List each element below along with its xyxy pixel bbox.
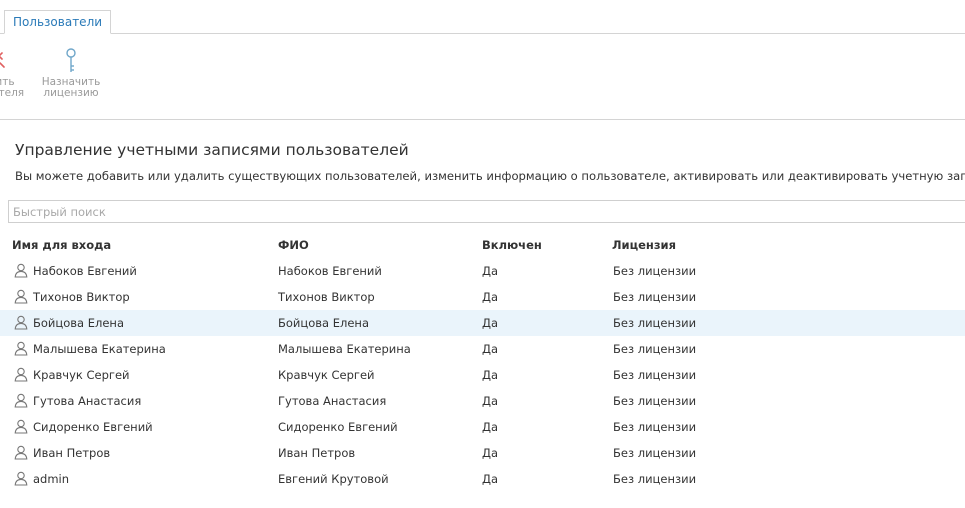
table-row[interactable]: Гутова Анастасия Гутова Анастасия Да Без… (0, 388, 965, 414)
user-icon (14, 471, 28, 486)
table-row[interactable]: Кравчук Сергей Кравчук Сергей Да Без лиц… (0, 362, 965, 388)
user-icon (14, 419, 28, 434)
cell-license: Без лицензии (613, 420, 697, 434)
cell-enabled: Да (482, 368, 499, 382)
cell-license: Без лицензии (613, 368, 697, 382)
cell-enabled: Да (482, 420, 499, 434)
cell-license: Без лицензии (613, 342, 697, 356)
cell-fio: Кравчук Сергей (278, 368, 375, 382)
cell-fio: Набоков Евгений (278, 264, 382, 278)
red-cross-icon (0, 47, 32, 77)
user-icon (14, 263, 28, 278)
cell-fio: Бойцова Елена (278, 316, 370, 330)
cell-login: admin (33, 472, 70, 486)
cell-fio: Евгений Крутовой (278, 472, 389, 486)
cell-login: Тихонов Виктор (33, 290, 130, 304)
user-icon (14, 367, 28, 382)
table-header: Имя для входа ФИО Включен Лицензия (0, 236, 965, 254)
remove-user-label-2: вателя (0, 87, 25, 99)
cell-login: Малышева Екатерина (33, 342, 166, 356)
cell-enabled: Да (482, 342, 499, 356)
user-icon (14, 393, 28, 408)
key-icon (38, 47, 104, 77)
cell-login: Кравчук Сергей (33, 368, 130, 382)
table-row[interactable]: Иван Петров Иван Петров Да Без лицензии (0, 440, 965, 466)
table-row[interactable]: Сидоренко Евгений Сидоренко Евгений Да Б… (0, 414, 965, 440)
column-header-license[interactable]: Лицензия (612, 238, 676, 252)
cell-login: Бойцова Елена (33, 316, 125, 330)
cell-fio: Малышева Екатерина (278, 342, 411, 356)
page-description: Вы можете добавить или удалить существую… (15, 169, 965, 183)
cell-license: Без лицензии (613, 394, 697, 408)
table-row[interactable]: Тихонов Виктор Тихонов Виктор Да Без лиц… (0, 284, 965, 310)
user-icon (14, 315, 28, 330)
cell-fio: Гутова Анастасия (278, 394, 387, 408)
cell-license: Без лицензии (613, 446, 697, 460)
cell-login: Сидоренко Евгений (33, 420, 153, 434)
column-header-enabled[interactable]: Включен (482, 238, 542, 252)
cell-enabled: Да (482, 472, 499, 486)
cell-enabled: Да (482, 394, 499, 408)
user-icon (14, 445, 28, 460)
search-input[interactable] (8, 200, 965, 223)
tab-bar: Пользователи (0, 0, 965, 34)
cell-login: Гутова Анастасия (33, 394, 142, 408)
assign-license-button[interactable]: Назначить лицензию (38, 47, 104, 99)
cell-fio: Тихонов Виктор (278, 290, 375, 304)
table-row-selected[interactable]: Бойцова Елена Бойцова Елена Да Без лицен… (0, 310, 965, 336)
user-icon (14, 289, 28, 304)
cell-license: Без лицензии (613, 472, 697, 486)
tab-users[interactable]: Пользователи (4, 10, 111, 34)
cell-login: Набоков Евгений (33, 264, 137, 278)
cell-enabled: Да (482, 316, 499, 330)
table-row[interactable]: Набоков Евгений Набоков Евгений Да Без л… (0, 258, 965, 284)
cell-fio: Иван Петров (278, 446, 356, 460)
cell-login: Иван Петров (33, 446, 111, 460)
column-header-fio[interactable]: ФИО (278, 238, 309, 252)
cell-license: Без лицензии (613, 316, 697, 330)
user-icon (14, 341, 28, 356)
cell-license: Без лицензии (613, 264, 697, 278)
column-header-login[interactable]: Имя для входа (12, 238, 111, 252)
cell-enabled: Да (482, 290, 499, 304)
cell-enabled: Да (482, 446, 499, 460)
remove-user-button[interactable]: ить вателя (0, 47, 32, 99)
table-row[interactable]: admin Евгений Крутовой Да Без лицензии (0, 466, 965, 492)
toolbar: ить вателя Назначить лицензию (0, 34, 965, 120)
table-row[interactable]: Малышева Екатерина Малышева Екатерина Да… (0, 336, 965, 362)
cell-license: Без лицензии (613, 290, 697, 304)
cell-enabled: Да (482, 264, 499, 278)
assign-license-label-2: лицензию (43, 87, 99, 99)
users-table: Набоков Евгений Набоков Евгений Да Без л… (0, 258, 965, 492)
cell-fio: Сидоренко Евгений (278, 420, 398, 434)
page-title: Управление учетными записями пользовател… (15, 141, 409, 159)
